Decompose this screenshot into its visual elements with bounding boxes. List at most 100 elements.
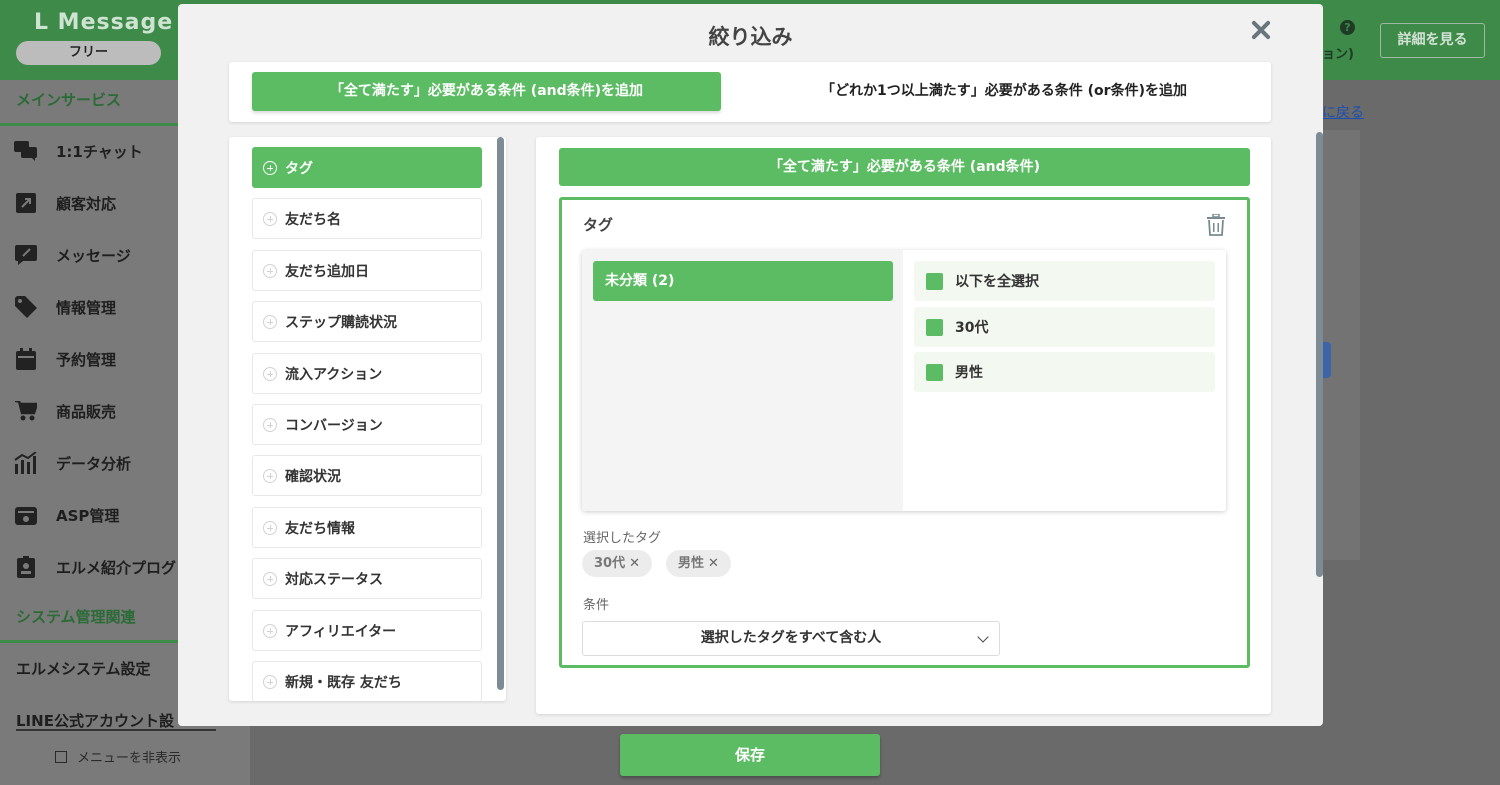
- tag-option-male[interactable]: 男性: [914, 352, 1215, 392]
- trash-icon[interactable]: [1207, 213, 1225, 236]
- badge-icon: [14, 556, 38, 578]
- sidebar-item-label: メッセージ: [56, 246, 131, 265]
- sidebar-item-message[interactable]: メッセージ: [14, 240, 131, 270]
- and-group-header: 「全て満たす」必要がある条件 (and条件): [559, 148, 1250, 186]
- sidebar-item-sales[interactable]: 商品販売: [14, 396, 116, 426]
- sidebar-item-customer[interactable]: 顧客対応: [14, 188, 116, 218]
- sidebar-item-asp[interactable]: ASP管理: [14, 500, 119, 530]
- condition-type-label: 確認状況: [285, 468, 341, 485]
- save-button[interactable]: 保存: [620, 734, 880, 776]
- section-divider: [0, 640, 178, 643]
- condition-type-new-existing[interactable]: 新規・既存 友だち: [252, 661, 482, 701]
- hide-menu-button[interactable]: メニューを非表示: [55, 747, 181, 766]
- line-account-underline: [16, 729, 216, 731]
- condition-type-label: 友だち追加日: [285, 263, 369, 280]
- selected-tag-chip: 30代 ✕: [582, 550, 652, 577]
- back-link[interactable]: に戻る: [1322, 102, 1364, 122]
- section-divider: [0, 123, 178, 126]
- checkbox-icon[interactable]: [926, 318, 943, 336]
- selected-tags-label: 選択したタグ: [583, 531, 662, 546]
- chip-label: 30代: [594, 556, 626, 571]
- app-logo[interactable]: L Message: [34, 10, 173, 35]
- sidebar-item-label: データ分析: [56, 454, 132, 473]
- sidebar-item-label: 顧客対応: [56, 194, 117, 213]
- tag-option-30s[interactable]: 30代: [914, 307, 1215, 347]
- condition-label: 条件: [583, 598, 610, 613]
- sidebar-item-line-account[interactable]: LINE公式アカウント設: [16, 710, 174, 731]
- condition-type-label: 対応ステータス: [285, 571, 383, 588]
- modal-scrollbar[interactable]: [1316, 132, 1323, 577]
- condition-type-label: コンバージョン: [285, 417, 383, 434]
- details-button[interactable]: 詳細を見る: [1380, 23, 1485, 58]
- sidebar-item-chat[interactable]: 1:1チャット: [14, 136, 143, 166]
- sidebar-item-label: 商品販売: [56, 402, 117, 421]
- external-link-icon: [14, 192, 38, 214]
- chip-label: 男性: [678, 556, 705, 571]
- plan-badge: フリー: [16, 41, 161, 65]
- add-and-condition-button[interactable]: 「全て満たす」必要がある条件 (and条件)を追加: [252, 72, 721, 111]
- condition-select[interactable]: 選択したタグをすべて含む人: [582, 621, 1000, 656]
- sidebar-item-reservation[interactable]: 予約管理: [14, 344, 116, 374]
- plus-circle-icon: [263, 417, 277, 432]
- condition-type-added-date[interactable]: 友だち追加日: [252, 250, 482, 291]
- tag-option-label: 以下を全選択: [955, 274, 1039, 290]
- tag-icon: [14, 296, 38, 318]
- sidebar-section-system: システム管理関連: [16, 608, 136, 626]
- selected-tag-chip: 男性 ✕: [666, 550, 731, 577]
- sidebar-item-label: 情報管理: [56, 298, 117, 317]
- condition-type-friend-name[interactable]: 友だち名: [252, 198, 482, 239]
- condition-type-label: 新規・既存 友だち: [285, 674, 402, 691]
- close-icon[interactable]: [1249, 18, 1273, 42]
- plus-circle-icon: [263, 314, 277, 329]
- tag-folder-uncategorized[interactable]: 未分類 (2): [593, 261, 893, 301]
- condition-list-scrollbar[interactable]: [497, 137, 504, 690]
- tag-option-label: 30代: [955, 320, 989, 336]
- help-label[interactable]: ョン): [1322, 43, 1354, 62]
- checkbox-icon[interactable]: [926, 272, 943, 290]
- help-icon[interactable]: ?: [1340, 20, 1355, 35]
- condition-type-label: アフィリエイター: [285, 623, 397, 640]
- checkbox-icon[interactable]: [926, 363, 943, 381]
- condition-type-tag[interactable]: タグ: [252, 147, 482, 188]
- hide-menu-label: メニューを非表示: [77, 751, 182, 766]
- plus-circle-icon: [263, 366, 277, 381]
- condition-type-label: 友だち名: [285, 211, 341, 228]
- sidebar-item-label: エルメ紹介プログ: [56, 558, 177, 577]
- plus-circle-icon: [263, 160, 277, 175]
- condition-type-confirm-status[interactable]: 確認状況: [252, 455, 482, 496]
- sidebar-item-system-settings[interactable]: エルメシステム設定: [16, 658, 151, 679]
- chart-icon: [14, 452, 38, 474]
- plus-circle-icon: [263, 520, 277, 535]
- remove-tag-icon[interactable]: ✕: [708, 556, 719, 571]
- add-or-condition-button[interactable]: 「どれか1つ以上満たす」必要がある条件 (or条件)を追加: [759, 72, 1249, 111]
- tag-option-label: 男性: [955, 365, 983, 381]
- tag-picker: 未分類 (2) 以下を全選択 30代 男性: [582, 250, 1226, 511]
- tag-option-select-all[interactable]: 以下を全選択: [914, 261, 1215, 301]
- filter-modal: 絞り込み 「全て満たす」必要がある条件 (and条件)を追加 「どれか1つ以上満…: [178, 4, 1323, 726]
- condition-type-support-status[interactable]: 対応ステータス: [252, 558, 482, 599]
- chevron-down-icon: [977, 631, 989, 643]
- collapse-icon: [55, 750, 67, 763]
- tag-folder-list: 未分類 (2): [582, 250, 903, 511]
- condition-type-affiliater[interactable]: アフィリエイター: [252, 610, 482, 651]
- plus-circle-icon: [263, 674, 277, 689]
- condition-type-conversion[interactable]: コンバージョン: [252, 404, 482, 445]
- calendar-icon: [14, 348, 38, 370]
- cart-icon: [14, 400, 38, 422]
- chat-icon: [14, 140, 38, 162]
- message-edit-icon: [14, 244, 38, 266]
- sidebar-item-label: ASP管理: [56, 506, 120, 525]
- plus-circle-icon: [263, 623, 277, 638]
- condition-type-step-status[interactable]: ステップ購読状況: [252, 301, 482, 342]
- sidebar-item-label: 予約管理: [56, 350, 117, 369]
- condition-type-label: 流入アクション: [285, 366, 383, 383]
- condition-type-list: タグ 友だち名 友だち追加日 ステップ購読状況 流入アクション コンバージョン …: [229, 137, 506, 701]
- condition-type-inflow-action[interactable]: 流入アクション: [252, 353, 482, 394]
- sidebar-item-referral[interactable]: エルメ紹介プログ: [14, 552, 176, 582]
- sidebar-item-info[interactable]: 情報管理: [14, 292, 116, 322]
- remove-tag-icon[interactable]: ✕: [629, 556, 640, 571]
- condition-type-label: ステップ購読状況: [285, 314, 397, 331]
- plus-circle-icon: [263, 468, 277, 483]
- condition-type-friend-info[interactable]: 友だち情報: [252, 507, 482, 548]
- sidebar-item-analytics[interactable]: データ分析: [14, 448, 131, 478]
